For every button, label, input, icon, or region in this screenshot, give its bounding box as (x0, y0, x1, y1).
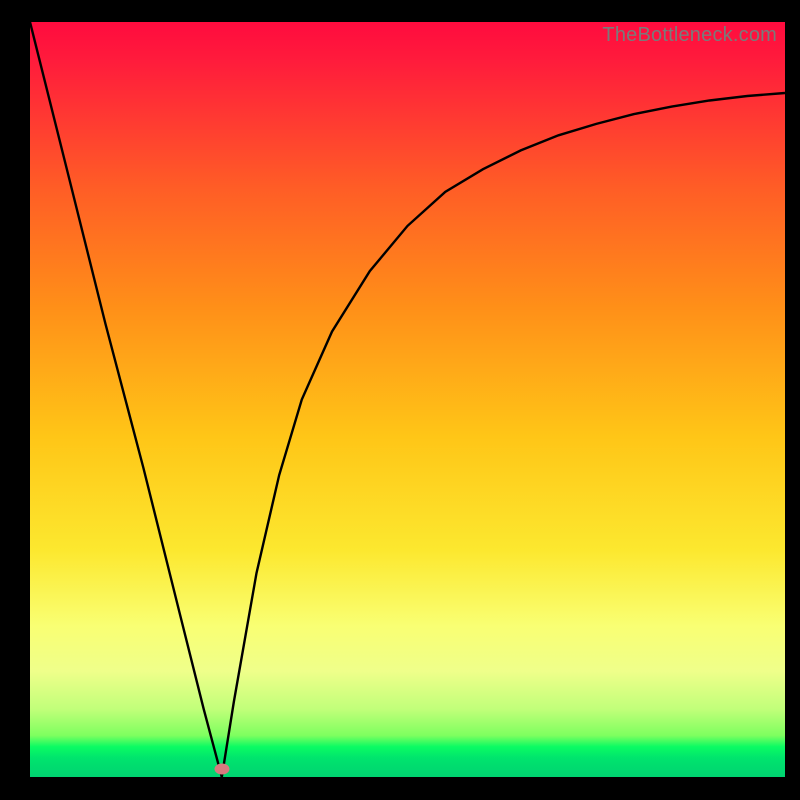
chart-plot-area: TheBottleneck.com (30, 22, 785, 777)
watermark-text: TheBottleneck.com (602, 24, 777, 47)
bottleneck-curve (30, 22, 785, 777)
minimum-marker-dot (214, 764, 229, 775)
